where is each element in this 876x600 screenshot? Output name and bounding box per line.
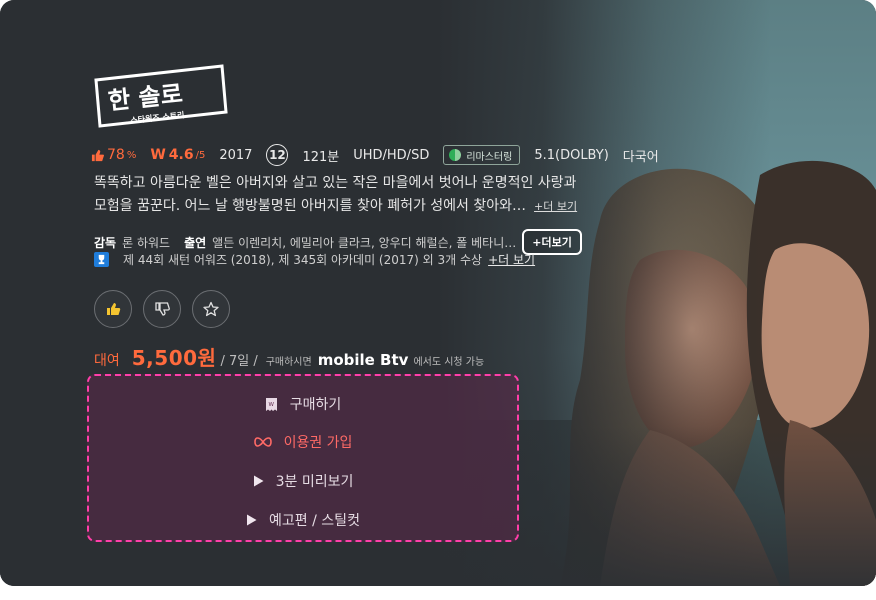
movie-detail-card: 한 솔로 스타워즈 스토리 78% W 4.6/5 2017 12 121분 U…: [0, 0, 876, 586]
trophy-icon: [94, 252, 109, 267]
synopsis: 똑똑하고 아름다운 벨은 아버지와 살고 있는 작은 마을에서 벗어나 운명적인…: [94, 172, 634, 218]
dislike-button[interactable]: [143, 290, 181, 328]
trailer-label: 예고편 / 스틸컷: [269, 513, 360, 529]
director-name: 론 하워드: [122, 235, 171, 250]
video-quality: UHD/HD/SD: [353, 147, 430, 163]
watcha-scale: /5: [195, 149, 206, 161]
director-label: 감독: [94, 235, 117, 250]
action-panel: W 구매하기 이용권 가입 3분 미리보기 예고편 / 스틸컷: [87, 374, 519, 542]
user-rating: 78%: [91, 147, 136, 163]
audio-format: 5.1(DOLBY): [534, 147, 609, 163]
purchase-note: 구매하시면: [265, 357, 312, 368]
runtime: 121분: [302, 149, 340, 165]
like-button[interactable]: [94, 290, 132, 328]
reaction-buttons: [94, 290, 241, 328]
user-rating-unit: %: [126, 149, 137, 161]
purchase-note-2: 에서도 시청 가능: [413, 357, 485, 368]
purchase-button[interactable]: W 구매하기: [89, 394, 517, 414]
thumbs-down-icon: [155, 302, 170, 316]
subscription-button[interactable]: 이용권 가입: [89, 432, 517, 452]
synopsis-more-link[interactable]: +더 보기: [534, 200, 577, 213]
thumbs-up-rating-icon: [91, 149, 104, 161]
mobile-btv-logo: mobile Btv: [317, 351, 409, 369]
play-icon: [246, 514, 257, 526]
rental-period: / 7일 /: [220, 354, 258, 369]
watcha-icon: W: [150, 147, 166, 163]
awards-text: 제 44회 새턴 어워즈 (2018), 제 345회 아카데미 (2017) …: [123, 253, 483, 267]
watcha-rating: W 4.6/5: [150, 147, 205, 163]
infinity-icon: [253, 437, 272, 447]
subscription-label: 이용권 가입: [283, 435, 353, 451]
movie-title-logo: 한 솔로 스타워즈 스토리: [94, 64, 228, 128]
receipt-icon: W: [265, 397, 278, 412]
star-icon: [203, 301, 219, 317]
awards-row: 제 44회 새턴 어워즈 (2018), 제 345회 아카데미 (2017) …: [94, 251, 535, 268]
play-icon: [253, 475, 264, 487]
preview-label: 3분 미리보기: [275, 474, 354, 490]
language: 다국어: [622, 149, 659, 165]
awards-more-link[interactable]: +더 보기: [488, 251, 535, 268]
svg-text:한 솔로: 한 솔로: [107, 80, 184, 116]
purchase-label: 구매하기: [289, 397, 342, 413]
remaster-icon: [449, 149, 462, 161]
remaster-label: 리마스터링: [466, 151, 513, 163]
watcha-score: 4.6: [168, 147, 194, 163]
cast-names: 앨든 이렌리치, 에밀리아 클라크, 앙우디 해럴슨, 폴 베타니…: [212, 235, 517, 250]
trailer-button[interactable]: 예고편 / 스틸컷: [89, 510, 517, 530]
age-rating-badge: 12: [266, 144, 289, 166]
cast-label: 출연: [184, 235, 207, 250]
meta-info-row: 78% W 4.6/5 2017 12 121분 UHD/HD/SD 리마스터링…: [91, 144, 673, 166]
thumbs-up-icon: [107, 303, 121, 315]
synopsis-line-1: 똑똑하고 아름다운 벨은 아버지와 살고 있는 작은 마을에서 벗어나 운명적인…: [94, 175, 577, 191]
favorite-button[interactable]: [192, 290, 230, 328]
synopsis-line-2: 모험을 꿈꾼다. 어느 날 행방불명된 아버지를 찾아 폐허가 성에서 찾아와…: [94, 198, 527, 214]
release-year: 2017: [219, 147, 253, 163]
remaster-badge: 리마스터링: [443, 145, 521, 165]
svg-text:W: W: [268, 402, 274, 408]
age-rating: 12: [266, 144, 289, 166]
user-rating-value: 78: [107, 147, 125, 163]
rent-label: 대여: [94, 353, 120, 369]
price-amount: 5,500원: [131, 346, 217, 370]
preview-button[interactable]: 3분 미리보기: [89, 471, 517, 491]
price-row: 대여 5,500원 / 7일 / 구매하시면 mobile Btv 에서도 시청…: [94, 342, 484, 371]
